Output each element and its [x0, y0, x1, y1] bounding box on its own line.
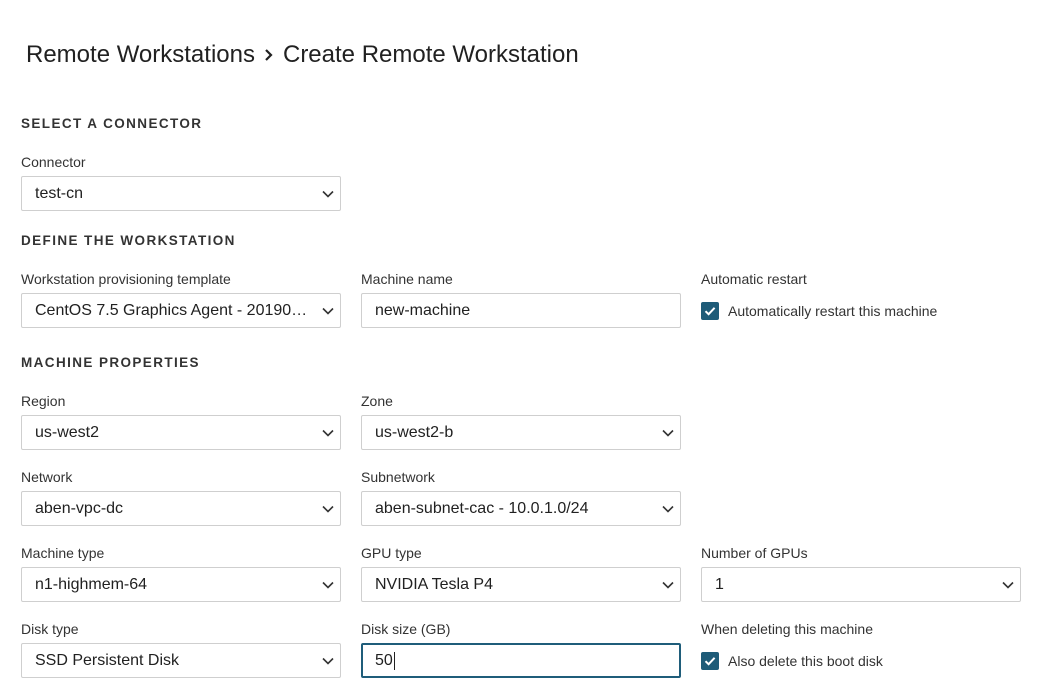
disk-size-label: Disk size (GB) [361, 621, 451, 637]
gpu-type-field: GPU type NVIDIA Tesla P4 [361, 544, 681, 602]
delete-boot-disk-checkbox[interactable] [701, 651, 719, 670]
auto-restart-checkbox-row[interactable]: Automatically restart this machine [701, 293, 1021, 328]
machine-type-field: Machine type n1-highmem-64 [21, 544, 341, 602]
checkmark-icon [704, 656, 716, 666]
zone-field: Zone us-west2-b [361, 392, 681, 450]
machine-type-select-value: n1-highmem-64 [35, 575, 148, 593]
region-select[interactable]: us-west2 [21, 415, 341, 450]
subnetwork-select[interactable]: aben-subnet-cac - 10.0.1.0/24 [361, 491, 681, 526]
machine-type-label: Machine type [21, 545, 105, 561]
gpu-type-select-value: NVIDIA Tesla P4 [375, 575, 493, 593]
delete-behavior-label: When deleting this machine [701, 621, 873, 637]
chevron-down-icon [322, 581, 334, 589]
subnetwork-field: Subnetwork aben-subnet-cac - 10.0.1.0/24 [361, 468, 681, 526]
zone-select-value: us-west2-b [375, 423, 454, 441]
machine-type-select[interactable]: n1-highmem-64 [21, 567, 341, 602]
template-field: Workstation provisioning template CentOS… [21, 270, 341, 328]
num-gpus-select-value: 1 [715, 575, 724, 593]
section-title-connector: SELECT A CONNECTOR [21, 116, 203, 131]
disk-type-select[interactable]: SSD Persistent Disk [21, 643, 341, 678]
connector-select[interactable]: test-cn [21, 176, 341, 211]
chevron-down-icon [322, 307, 334, 315]
zone-label: Zone [361, 393, 393, 409]
num-gpus-field: Number of GPUs 1 [701, 544, 1021, 602]
section-title-machine-properties: MACHINE PROPERTIES [21, 355, 200, 370]
auto-restart-checkbox-label: Automatically restart this machine [728, 302, 938, 319]
region-label: Region [21, 393, 66, 409]
network-select[interactable]: aben-vpc-dc [21, 491, 341, 526]
disk-size-input[interactable]: 50 [361, 643, 681, 678]
subnetwork-label: Subnetwork [361, 469, 435, 485]
machine-name-label: Machine name [361, 271, 453, 287]
network-select-value: aben-vpc-dc [35, 499, 124, 517]
machine-name-input[interactable]: new-machine [361, 293, 681, 328]
template-select-value: CentOS 7.5 Graphics Agent - 20190731-103 [35, 301, 308, 319]
delete-boot-disk-checkbox-row[interactable]: Also delete this boot disk [701, 643, 1021, 678]
disk-size-field: Disk size (GB) 50 [361, 620, 681, 678]
num-gpus-label: Number of GPUs [701, 545, 808, 561]
breadcrumb-parent-link[interactable]: Remote Workstations [26, 41, 255, 69]
region-field: Region us-west2 [21, 392, 341, 450]
zone-select[interactable]: us-west2-b [361, 415, 681, 450]
chevron-down-icon [322, 429, 334, 437]
disk-type-field: Disk type SSD Persistent Disk [21, 620, 341, 678]
auto-restart-checkbox[interactable] [701, 301, 719, 320]
breadcrumb: Remote Workstations Create Remote Workst… [26, 38, 579, 72]
connector-label: Connector [21, 154, 86, 170]
auto-restart-label: Automatic restart [701, 271, 807, 287]
chevron-down-icon [322, 190, 334, 198]
subnetwork-select-value: aben-subnet-cac - 10.0.1.0/24 [375, 499, 589, 517]
checkmark-icon [704, 306, 716, 316]
chevron-down-icon [322, 657, 334, 665]
section-title-workstation: DEFINE THE WORKSTATION [21, 233, 236, 248]
region-select-value: us-west2 [35, 423, 100, 441]
disk-size-input-value: 50 [375, 651, 393, 669]
template-label: Workstation provisioning template [21, 271, 231, 287]
network-field: Network aben-vpc-dc [21, 468, 341, 526]
chevron-down-icon [662, 429, 674, 437]
machine-name-field: Machine name new-machine [361, 270, 681, 328]
gpu-type-select[interactable]: NVIDIA Tesla P4 [361, 567, 681, 602]
connector-field: Connector test-cn [21, 153, 341, 211]
template-select[interactable]: CentOS 7.5 Graphics Agent - 20190731-103 [21, 293, 341, 328]
chevron-down-icon [1002, 581, 1014, 589]
auto-restart-field: Automatic restart Automatically restart … [701, 270, 1021, 328]
delete-behavior-field: When deleting this machine Also delete t… [701, 620, 1021, 678]
page-title: Create Remote Workstation [282, 41, 579, 68]
chevron-down-icon [662, 581, 674, 589]
disk-type-label: Disk type [21, 621, 79, 637]
connector-select-value: test-cn [35, 184, 84, 202]
network-label: Network [21, 469, 73, 485]
chevron-down-icon [662, 505, 674, 513]
disk-type-select-value: SSD Persistent Disk [35, 651, 180, 669]
chevron-down-icon [322, 505, 334, 513]
chevron-right-icon [263, 47, 275, 63]
delete-boot-disk-checkbox-label: Also delete this boot disk [728, 652, 883, 669]
machine-name-input-value: new-machine [375, 301, 471, 319]
text-cursor [393, 651, 395, 670]
gpu-type-label: GPU type [361, 545, 422, 561]
num-gpus-select[interactable]: 1 [701, 567, 1021, 602]
